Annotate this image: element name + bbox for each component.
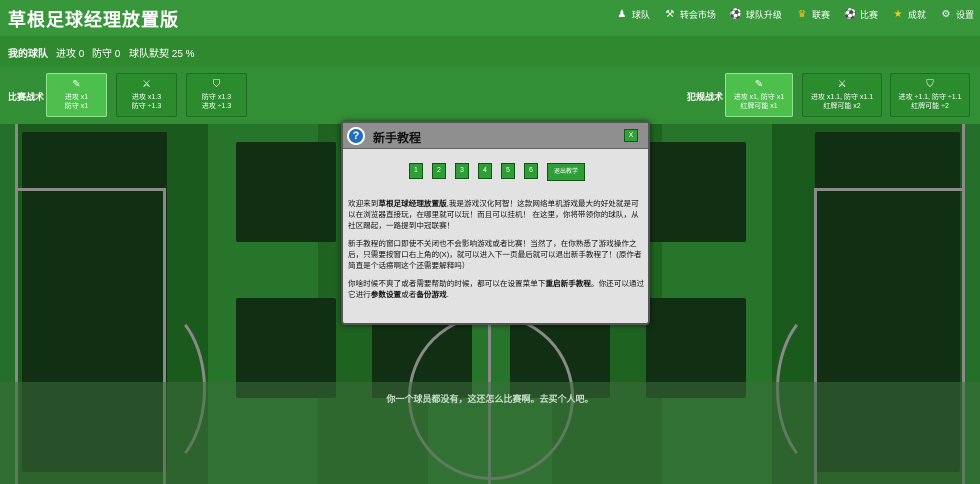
text: 或者	[401, 290, 417, 299]
game-name: 草根足球经理放置版	[378, 199, 447, 208]
player-icon: ⚒	[665, 8, 675, 20]
chemistry-stat: 球队默契 25 %	[129, 49, 195, 60]
nav-achievements[interactable]: ★ 成就	[892, 8, 926, 21]
tactic-line2: 红牌可能 x2	[823, 103, 861, 110]
nav-team-label: 球队	[631, 10, 650, 20]
tactic-line1: 进攻 x1.3	[131, 94, 162, 101]
boot-icon: ✎	[754, 79, 764, 90]
tactic-line1: 防守 x1.3	[201, 94, 232, 101]
tactic-line2: 进攻 ÷1.3	[201, 103, 232, 110]
info-bar: 我的球队 进攻 0 防守 0 球队默契 25 %	[0, 36, 980, 66]
ball-icon: ⚽	[729, 8, 743, 20]
player-slot	[646, 142, 746, 242]
team-label: 我的球队	[8, 49, 48, 60]
help-icon: ?	[347, 127, 365, 145]
empty-team-message: 你一个球员都没有，这还怎么比赛啊。去买个人吧。	[386, 394, 594, 404]
nav-league-label: 联赛	[811, 10, 830, 20]
nav-transfer-label: 转会市场	[679, 10, 716, 20]
app-title: 草根足球经理放置版	[8, 10, 179, 30]
tutorial-pager: 1 2 3 4 5 6 退出教学	[409, 163, 585, 181]
tutorial-paragraph-2: 新手教程的窗口即使不关闭也不会影响游戏或者比赛！当然了，在你熟悉了游戏操作之后，…	[348, 239, 642, 270]
gear-icon: ⚙	[941, 8, 951, 20]
nav-upgrade-label: 球队升级	[745, 10, 782, 20]
page-button-6[interactable]: 6	[524, 163, 538, 179]
foul-tactic-normal[interactable]: ✎ 进攻 x1, 防守 x1 红牌可能 x1	[725, 73, 793, 117]
nav-achievements-label: 成就	[907, 10, 926, 20]
shield-icon: ⛉	[212, 79, 221, 90]
tactic-line1: 进攻 x1.1, 防守 x1.1	[810, 94, 874, 101]
close-button[interactable]: X	[624, 129, 638, 142]
foul-tactic-aggressive[interactable]: ⚔ 进攻 x1.1, 防守 x1.1 红牌可能 x2	[802, 73, 882, 117]
match-tactics-label: 比赛战术	[8, 92, 45, 102]
restart-tutorial-text: 重启新手教程	[545, 279, 591, 288]
foul-tactics-label: 犯规战术	[687, 92, 724, 102]
nav-match-label: 比赛	[859, 10, 878, 20]
defense-stat: 防守 0	[92, 49, 121, 60]
tactic-line1: 进攻 x1, 防守 x1	[733, 94, 785, 101]
boot-icon: ✎	[72, 79, 81, 90]
trophy-icon: ♛	[797, 8, 807, 20]
text: 欢迎来到	[348, 199, 379, 208]
match-tactic-defense[interactable]: ⛉ 防守 x1.3 进攻 ÷1.3	[186, 73, 247, 117]
modal-header: ? 新手教程 X	[343, 123, 648, 149]
page-button-5[interactable]: 5	[501, 163, 515, 179]
text: .	[446, 290, 449, 299]
tactic-line2: 红牌可能 ÷2	[911, 103, 949, 110]
match-tactic-attack[interactable]: ⚔ 进攻 x1.3 防守 ÷1.3	[116, 73, 177, 117]
match-tactic-normal[interactable]: ✎ 进攻 x1 防守 x1	[46, 73, 107, 117]
nav-team[interactable]: ♟ 球队	[616, 8, 650, 21]
player-slot	[236, 142, 336, 242]
page-button-3[interactable]: 3	[455, 163, 469, 179]
modal-body: 欢迎来到草根足球经理放置版,我是游戏汉化阿智！这款网络单机游戏最大的好处就是可以…	[348, 198, 646, 307]
main-nav: ♟ 球队 ⚒ 转会市场 ⚽ 球队升级 ♛ 联赛 ⚽ 比赛 ★ 成就 ⚙ 设置	[616, 8, 974, 21]
shield-icon: ⛉	[926, 79, 934, 90]
nav-settings[interactable]: ⚙ 设置	[940, 8, 975, 21]
nav-league[interactable]: ♛ 联赛	[796, 8, 830, 21]
modal-title: 新手教程	[373, 131, 422, 145]
tutorial-paragraph-3: 你啥时候不爽了或者需要帮助的时候，都可以在设置菜单下重启新手教程。你还可以通过它…	[348, 278, 646, 300]
page-button-4[interactable]: 4	[478, 163, 492, 179]
star-icon: ★	[893, 8, 903, 20]
nav-match[interactable]: ⚽ 比赛	[844, 8, 878, 21]
soccer-ball-icon: ⚽	[843, 8, 857, 20]
tactic-line2: 防守 ÷1.3	[131, 103, 162, 110]
tutorial-modal: ? 新手教程 X 1 2 3 4 5 6 退出教学 欢迎来到草根足球经理放置版,…	[341, 121, 650, 325]
attack-stat: 进攻 0	[56, 49, 85, 60]
nav-transfer[interactable]: ⚒ 转会市场	[664, 8, 716, 21]
page-button-2[interactable]: 2	[432, 163, 446, 179]
tactic-line2: 防守 x1	[64, 103, 89, 110]
sword-icon: ⚔	[837, 79, 847, 90]
tactic-line1: 进攻 ÷1.1, 防守 ÷1.1	[898, 94, 962, 101]
exit-tutorial-button[interactable]: 退出教学	[547, 163, 585, 181]
settings-text: 参数设置	[370, 290, 402, 299]
text: 你啥时候不爽了或者需要帮助的时候，都可以在设置菜单下	[348, 279, 546, 288]
coach-icon: ♟	[617, 8, 627, 20]
page-button-1[interactable]: 1	[409, 163, 423, 179]
tactic-line2: 红牌可能 x1	[740, 103, 778, 110]
tutorial-paragraph-1: 欢迎来到草根足球经理放置版,我是游戏汉化阿智！这款网络单机游戏最大的好处就是可以…	[348, 198, 646, 231]
tactic-line1: 进攻 x1	[64, 94, 89, 101]
foul-tactic-clean[interactable]: ⛉ 进攻 ÷1.1, 防守 ÷1.1 红牌可能 ÷2	[890, 73, 970, 117]
sword-icon: ⚔	[142, 79, 151, 90]
nav-settings-label: 设置	[955, 10, 974, 20]
backup-text: 备份游戏	[416, 290, 447, 299]
nav-upgrade[interactable]: ⚽ 球队升级	[730, 8, 782, 21]
